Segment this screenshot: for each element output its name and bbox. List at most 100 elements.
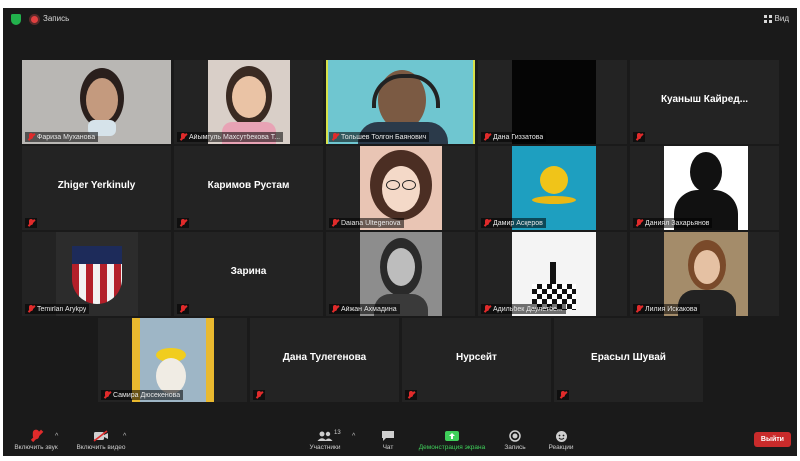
participant-tile[interactable]: Айжан Ахмадина <box>326 232 475 316</box>
participant-name: Адильбек Даулетбе... <box>493 305 563 313</box>
share-screen-icon <box>444 429 460 443</box>
participant-nameplate: Айжан Ахмадина <box>329 304 400 314</box>
mic-muted-icon <box>28 305 34 313</box>
participants-icon <box>317 429 333 443</box>
participant-name: Фариза Муханова <box>37 133 96 141</box>
mic-muted-icon <box>484 219 490 227</box>
participant-tile[interactable]: Адильбек Даулетбе... <box>478 232 627 316</box>
view-button[interactable]: Вид <box>763 14 789 23</box>
record-icon <box>507 429 523 443</box>
participant-name: Temirlan Arykpy <box>37 305 87 313</box>
participant-tile[interactable]: Дана Гиззатова <box>478 60 627 144</box>
participant-tile[interactable]: Каримов Рустам <box>174 146 323 230</box>
participant-tile[interactable]: Zhiger Yerkinuly <box>22 146 171 230</box>
chat-label: Чат <box>382 444 394 451</box>
participant-tile-active-speaker[interactable]: Тольшев Толгон Баянович <box>326 60 475 144</box>
mic-muted-icon <box>28 219 34 227</box>
participant-name: Лилия Искакова <box>645 305 698 313</box>
leave-meeting-button[interactable]: Выйти <box>753 432 791 447</box>
participant-nameplate <box>25 218 37 228</box>
participant-nameplate: Дана Гиззатова <box>481 132 547 142</box>
chat-button[interactable]: Чат <box>373 426 403 451</box>
share-screen-button[interactable]: Демонстрация экрана <box>415 426 489 451</box>
recording-icon <box>31 16 38 23</box>
participant-tile[interactable]: Ерасыл Шувай <box>554 318 703 402</box>
participant-tile[interactable]: Айымгуль Махсутбекова Т... <box>174 60 323 144</box>
mic-muted-icon <box>636 219 642 227</box>
participant-nameplate <box>633 132 645 142</box>
participant-tile[interactable]: Daiana Ultegenova <box>326 146 475 230</box>
participants-count: 13 <box>334 430 341 436</box>
participant-name: Дана Гиззатова <box>493 133 544 141</box>
participant-nameplate: Адильбек Даулетбе... <box>481 304 566 314</box>
participant-nameplate: Temirlan Arykpy <box>25 304 90 314</box>
participant-nameplate <box>177 218 189 228</box>
mic-muted-icon <box>484 133 490 141</box>
mic-muted-icon <box>104 391 110 399</box>
participant-tile[interactable]: Temirlan Arykpy <box>22 232 171 316</box>
reactions-label: Реакции <box>548 444 574 451</box>
audio-options-chevron-icon[interactable]: ^ <box>55 433 58 440</box>
participant-nameplate: Даниял Захарьянов <box>633 218 713 228</box>
participant-name: Даниял Захарьянов <box>645 219 710 227</box>
participant-name-center: Каримов Рустам <box>207 180 290 191</box>
reactions-icon <box>553 429 569 443</box>
participant-name: Daiana Ultegenova <box>341 219 401 227</box>
participant-nameplate <box>557 390 569 400</box>
chat-icon <box>380 429 396 443</box>
top-bar: Запись Вид <box>3 8 797 32</box>
video-options-chevron-icon[interactable]: ^ <box>123 433 126 440</box>
participants-label: Участники <box>309 444 341 451</box>
mic-muted-icon <box>484 305 490 313</box>
participant-tile[interactable]: Нурсейт <box>402 318 551 402</box>
participants-options-chevron-icon[interactable]: ^ <box>352 433 355 440</box>
record-button[interactable]: Запись <box>500 426 530 451</box>
mic-muted-icon <box>560 391 566 399</box>
mic-muted-icon <box>256 391 262 399</box>
zoom-meeting-window: Запись Вид Фариза Муханова Айымгуль Махс… <box>3 8 797 456</box>
mic-muted-icon <box>636 133 642 141</box>
participant-nameplate: Тольшев Толгон Баянович <box>329 132 430 142</box>
participant-name: Айжан Ахмадина <box>341 305 397 313</box>
mic-muted-icon <box>408 391 414 399</box>
participant-tile[interactable]: Зарина <box>174 232 323 316</box>
grid-view-icon <box>763 14 772 23</box>
share-screen-label: Демонстрация экрана <box>418 444 486 451</box>
mic-muted-icon <box>28 429 44 443</box>
participant-nameplate: Самира Дюсекенова <box>101 390 184 400</box>
participant-nameplate <box>405 390 417 400</box>
participant-name-center: Куаныш Кайред... <box>660 94 749 105</box>
mic-muted-icon <box>636 305 642 313</box>
participant-nameplate: Daiana Ultegenova <box>329 218 404 228</box>
view-label: Вид <box>774 14 789 23</box>
participant-name-center: Нурсейт <box>456 352 497 363</box>
mic-muted-icon <box>180 219 186 227</box>
participant-name-center: Zhiger Yerkinuly <box>57 180 136 191</box>
participant-tile[interactable]: Лилия Искакова <box>630 232 779 316</box>
participant-name-center: Зарина <box>230 266 267 277</box>
participant-nameplate <box>177 304 189 314</box>
participant-name: Самира Дюсекенова <box>113 391 181 399</box>
record-label: Запись <box>504 444 526 451</box>
participant-nameplate <box>253 390 265 400</box>
participant-nameplate: Айымгуль Махсутбекова Т... <box>177 132 284 142</box>
participant-name: Айымгуль Махсутбекова Т... <box>189 133 281 141</box>
recording-label: Запись <box>43 14 70 23</box>
participant-name-center: Дана Тулегенова <box>282 352 367 363</box>
mic-muted-icon <box>180 305 186 313</box>
participant-tile[interactable]: Дамир Асқеров <box>478 146 627 230</box>
participant-tile[interactable]: Дана Тулегенова <box>250 318 399 402</box>
mic-muted-icon <box>332 305 338 313</box>
participant-tile[interactable]: Фариза Муханова <box>22 60 171 144</box>
reactions-button[interactable]: Реакции <box>544 426 578 451</box>
participant-tile[interactable]: Куаныш Кайред... <box>630 60 779 144</box>
security-shield-icon[interactable] <box>11 14 21 25</box>
participant-tile[interactable]: Самира Дюсекенова <box>98 318 247 402</box>
participant-tile[interactable]: Даниял Захарьянов <box>630 146 779 230</box>
video-off-icon <box>93 429 109 443</box>
participant-name: Тольшев Толгон Баянович <box>341 133 427 141</box>
mic-muted-icon <box>332 133 338 141</box>
start-video-button[interactable]: Включить видео <box>71 426 131 451</box>
unmute-label: Включить звук <box>14 444 58 451</box>
meeting-toolbar: Включить звук ^ Включить видео ^ Участни… <box>3 426 797 456</box>
